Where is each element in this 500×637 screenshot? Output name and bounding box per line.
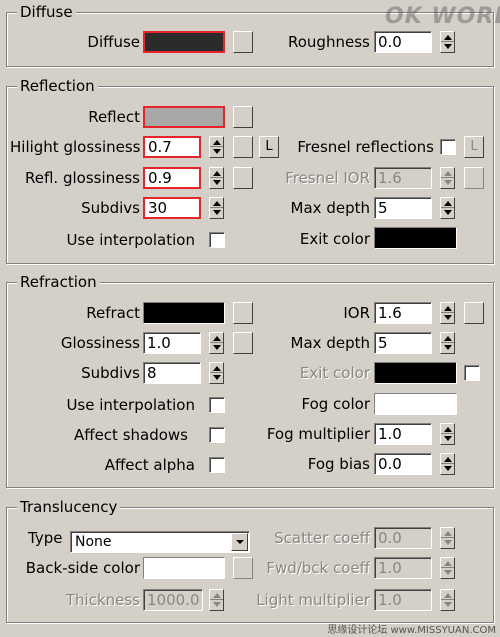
translucency-group-title: Translucency [17,498,121,516]
affect-shadows-label: Affect shadows [73,426,188,444]
refraction-subdivs-spinner[interactable] [209,362,224,384]
hilight-glossiness-label: Hilight glossiness [10,138,141,156]
thickness-spinner[interactable] [209,589,224,611]
ior-label: IOR [343,304,370,322]
roughness-label: Roughness [288,33,370,51]
thickness-label: Thickness [65,591,140,609]
affect-alpha-label: Affect alpha [104,456,195,474]
refl-glossiness-map-button[interactable] [233,167,253,189]
refraction-max-depth-field[interactable]: 5 [374,332,432,354]
refraction-subdivs-label: Subdivs [81,364,140,382]
refraction-exit-color-label: Exit color [299,364,370,382]
affect-alpha-checkbox[interactable] [209,457,225,473]
fresnel-reflections-label: Fresnel reflections [297,138,434,156]
fwd-bck-coeff-label: Fwd/bck coeff [266,559,370,577]
hilight-lock-button[interactable]: L [259,136,279,158]
fog-bias-field[interactable]: 0.0 [374,453,432,475]
roughness-spinner[interactable] [440,31,455,53]
reflection-max-depth-field[interactable]: 5 [374,197,432,219]
diffuse-group-title: Diffuse [17,3,76,21]
fresnel-lock-button[interactable]: L [464,136,484,158]
refract-label: Refract [86,304,140,322]
fresnel-ior-label: Fresnel IOR [285,169,370,187]
reflection-exit-color-swatch[interactable] [374,227,457,249]
refraction-exit-color-checkbox[interactable] [464,365,480,381]
scatter-coeff-spinner[interactable] [440,527,455,549]
fresnel-reflections-checkbox[interactable] [440,139,456,155]
refraction-exit-color-swatch[interactable] [374,362,457,384]
hilight-glossiness-map-button[interactable] [233,136,253,158]
refraction-glossiness-spinner[interactable] [209,332,224,354]
scatter-coeff-label: Scatter coeff [274,529,370,547]
dropdown-arrow-icon[interactable] [231,533,248,551]
fresnel-ior-map-button[interactable] [464,167,484,189]
reflection-subdivs-field[interactable]: 30 [143,197,201,219]
site-logo-watermark: OK WORLD [385,4,500,29]
refract-map-button[interactable] [233,302,253,324]
reflection-use-interpolation-label: Use interpolation [66,231,195,249]
fog-bias-label: Fog bias [307,455,370,473]
hilight-glossiness-spinner[interactable] [209,136,224,158]
refraction-max-depth-spinner[interactable] [440,332,455,354]
translucency-type-dropdown[interactable]: None [70,531,250,553]
diffuse-color-swatch[interactable] [143,31,225,53]
fog-multiplier-label: Fog multiplier [266,425,370,443]
reflection-use-interpolation-checkbox[interactable] [209,232,225,248]
reflection-subdivs-label: Subdivs [81,199,140,217]
ior-field[interactable]: 1.6 [374,302,432,324]
reflection-max-depth-spinner[interactable] [440,197,455,219]
roughness-field[interactable]: 0.0 [374,31,432,53]
type-label: Type [28,529,63,547]
affect-shadows-checkbox[interactable] [209,427,225,443]
refraction-max-depth-label: Max depth [290,334,370,352]
fresnel-ior-field[interactable]: 1.6 [374,167,432,189]
refraction-use-interpolation-checkbox[interactable] [209,397,225,413]
ior-map-button[interactable] [464,302,484,324]
fresnel-ior-spinner[interactable] [440,167,455,189]
thickness-field[interactable]: 1000.0 [143,589,203,611]
reflect-label: Reflect [88,108,140,126]
light-multiplier-field[interactable]: 1.0 [374,589,432,611]
light-multiplier-label: Light multiplier [256,591,370,609]
refraction-glossiness-map-button[interactable] [233,332,253,354]
ior-spinner[interactable] [440,302,455,324]
back-side-color-label: Back-side color [25,559,140,577]
refraction-glossiness-label: Glossiness [60,334,140,352]
refraction-subdivs-field[interactable]: 8 [143,362,201,384]
fog-bias-spinner[interactable] [440,453,455,475]
fog-color-swatch[interactable] [374,393,457,415]
diffuse-map-button[interactable] [233,31,253,53]
reflect-color-swatch[interactable] [143,106,225,128]
scatter-coeff-field[interactable]: 0.0 [374,527,432,549]
refraction-group-title: Refraction [17,273,100,291]
diffuse-label: Diffuse [87,33,140,51]
fwd-bck-coeff-field[interactable]: 1.0 [374,557,432,579]
refl-glossiness-field[interactable]: 0.9 [143,167,201,189]
hilight-glossiness-field[interactable]: 0.7 [143,136,201,158]
refract-color-swatch[interactable] [143,302,225,324]
reflection-max-depth-label: Max depth [290,199,370,217]
reflection-subdivs-spinner[interactable] [209,197,224,219]
reflection-exit-color-label: Exit color [299,230,370,248]
light-multiplier-spinner[interactable] [440,589,455,611]
fog-color-label: Fog color [301,395,371,413]
refraction-use-interpolation-label: Use interpolation [66,396,195,414]
site-watermark-text: 思缘设计论坛 www.MISSYUAN.COM [327,625,496,636]
translucency-type-value: None [75,534,112,550]
refl-glossiness-spinner[interactable] [209,167,224,189]
refl-glossiness-label: Refl. glossiness [25,169,140,187]
back-side-color-swatch[interactable] [143,557,225,579]
fog-multiplier-spinner[interactable] [440,423,455,445]
reflect-map-button[interactable] [233,106,253,128]
fog-multiplier-field[interactable]: 1.0 [374,423,432,445]
fwd-bck-coeff-spinner[interactable] [440,557,455,579]
reflection-group-title: Reflection [17,77,98,95]
refraction-glossiness-field[interactable]: 1.0 [143,332,201,354]
